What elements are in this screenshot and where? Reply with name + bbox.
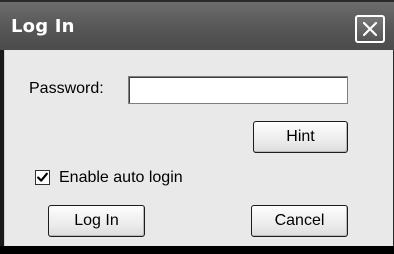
dialog-title: Log In bbox=[11, 16, 75, 37]
close-icon bbox=[362, 21, 378, 37]
checkmark-icon bbox=[37, 172, 48, 182]
password-input[interactable] bbox=[128, 76, 348, 104]
login-button[interactable]: Log In bbox=[48, 205, 145, 237]
auto-login-label: Enable auto login bbox=[59, 169, 183, 186]
password-label: Password: bbox=[29, 80, 104, 97]
hint-button[interactable]: Hint bbox=[253, 121, 348, 153]
title-bar[interactable]: Log In bbox=[0, 0, 394, 52]
window-border-bottom bbox=[0, 246, 394, 254]
auto-login-checkbox[interactable] bbox=[35, 170, 50, 185]
cancel-button[interactable]: Cancel bbox=[251, 205, 348, 237]
close-button[interactable] bbox=[355, 15, 385, 43]
login-dialog: Log In Password: Hint Enable auto login … bbox=[0, 0, 394, 254]
